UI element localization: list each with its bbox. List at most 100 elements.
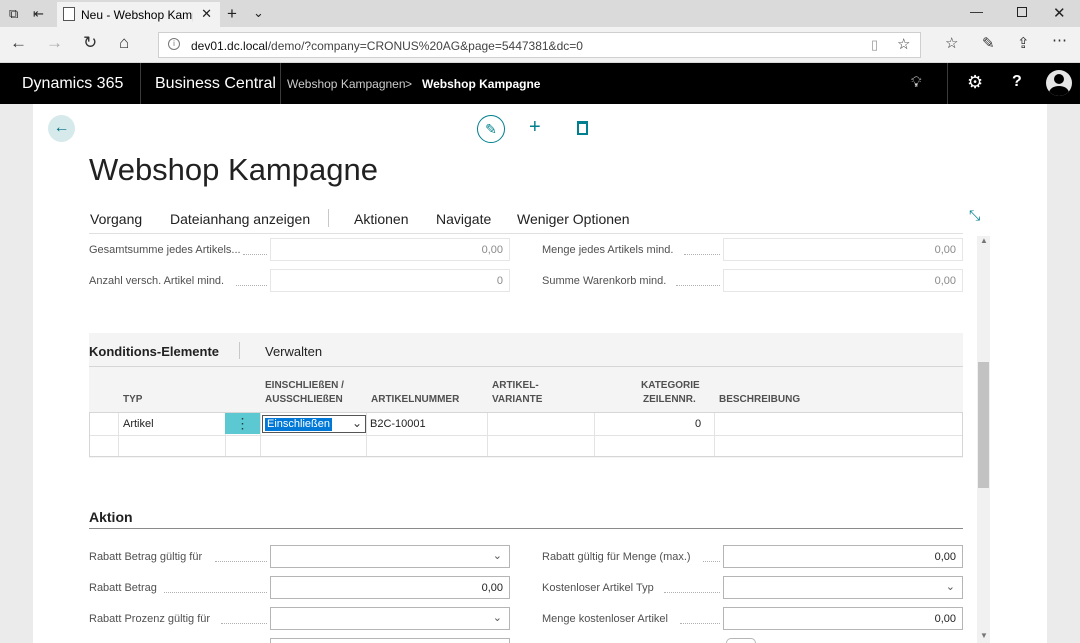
reading-view-icon[interactable]: ▯: [871, 37, 878, 53]
field-leader: [703, 561, 720, 562]
browser-nav-bar: ← → ↻ ⌂ i dev01.dc.local/demo/?company=C…: [0, 27, 1080, 63]
field-leader: [684, 254, 720, 255]
rabatt-betrag-gueltig-select[interactable]: ⌄: [270, 545, 510, 568]
menge-jedes-label: Menge jedes Artikels mind.: [542, 244, 674, 256]
page-icon: [63, 7, 75, 21]
anzahl-field[interactable]: 0: [270, 269, 510, 292]
tab-manager-icon[interactable]: ⧉: [9, 6, 18, 22]
col-kategorie-line2[interactable]: ZEILENNR.: [643, 393, 696, 406]
browser-tab[interactable]: Neu - Webshop Kampagne ✕: [57, 2, 220, 27]
delete-trash-icon[interactable]: [577, 121, 588, 135]
field-leader: [164, 592, 267, 593]
divider: [239, 342, 240, 359]
col-artikelnummer[interactable]: ARTIKELNUMMER: [371, 393, 459, 406]
add-plus-icon[interactable]: +: [529, 116, 541, 139]
maximize-icon[interactable]: [1017, 7, 1027, 17]
rabatt-prozent-select[interactable]: ⌄: [270, 607, 510, 630]
einschl-selected-value: Einschließen: [265, 418, 332, 431]
scroll-down-icon[interactable]: ▼: [980, 631, 988, 640]
gesamtsumme-label: Gesamtsumme jedes Artikels...: [89, 244, 241, 256]
menge-jedes-field[interactable]: 0,00: [723, 238, 963, 261]
collapse-icon[interactable]: ⤡: [969, 207, 980, 224]
settings-gear-icon[interactable]: ⚙: [967, 72, 983, 93]
module-name[interactable]: Business Central: [155, 75, 276, 93]
notes-pen-icon[interactable]: ✎: [982, 34, 995, 52]
back-arrow-icon: ←: [53, 119, 70, 136]
url-text: dev01.dc.local/demo/?company=CRONUS%20AG…: [191, 39, 583, 53]
divider: [328, 209, 329, 227]
chevron-down-icon: ⌄: [351, 416, 362, 430]
field-leader: [676, 285, 720, 286]
info-icon[interactable]: i: [168, 38, 180, 50]
table-row[interactable]: Artikel ⋮ Einschließen ⌄ B2C-10001 0: [89, 413, 963, 435]
home-icon[interactable]: ⌂: [119, 33, 129, 53]
breadcrumb-current: Webshop Kampagne: [422, 77, 541, 91]
col-beschreibung[interactable]: BESCHREIBUNG: [719, 393, 800, 406]
product-name[interactable]: Dynamics 365: [22, 75, 123, 93]
forward-arrow-icon[interactable]: →: [46, 33, 63, 53]
close-tab-icon[interactable]: ✕: [201, 6, 212, 22]
cell-kategorie[interactable]: 0: [695, 418, 701, 430]
gesamtsumme-field[interactable]: 0,00: [270, 238, 510, 261]
minimize-icon[interactable]: —: [970, 4, 983, 19]
breadcrumb-separator: >: [405, 77, 413, 91]
rabatt-betrag-field[interactable]: 0,00: [270, 576, 510, 599]
row-actions-kebab-icon[interactable]: ⋮: [225, 413, 260, 434]
close-window-icon[interactable]: ✕: [1053, 4, 1066, 22]
tab-preview-chevron-icon[interactable]: ⌄: [253, 5, 264, 21]
action-vorgang[interactable]: Vorgang: [90, 211, 142, 227]
einschl-select[interactable]: Einschließen ⌄: [262, 415, 366, 433]
back-button[interactable]: ←: [48, 115, 75, 142]
anzahl-label: Anzahl versch. Artikel mind.: [89, 275, 225, 287]
subpage-tab-title[interactable]: Konditions-Elemente: [89, 344, 219, 359]
cell-artikelnummer[interactable]: B2C-10001: [370, 418, 426, 430]
rabatt-betrag-gueltig-label: Rabatt Betrag gültig für: [89, 551, 203, 563]
set-tabs-aside-icon[interactable]: ⇤: [33, 6, 44, 22]
summe-warenkorb-field[interactable]: 0,00: [723, 269, 963, 292]
back-arrow-icon[interactable]: ←: [10, 33, 27, 53]
col-variante-line1[interactable]: ARTIKEL-: [492, 379, 539, 392]
edit-button[interactable]: ✎: [477, 115, 505, 143]
scroll-up-icon[interactable]: ▲: [980, 236, 988, 245]
new-tab-icon[interactable]: +: [227, 4, 237, 24]
chevron-down-icon: ⌄: [945, 581, 955, 593]
aktion-section-title[interactable]: Aktion: [89, 509, 133, 525]
cell-typ[interactable]: Artikel: [123, 418, 154, 430]
kostenlos-typ-select[interactable]: ⌄: [723, 576, 963, 599]
action-weniger-optionen[interactable]: Weniger Optionen: [517, 211, 630, 227]
avatar[interactable]: [1046, 70, 1072, 96]
pencil-icon: ✎: [485, 121, 497, 137]
action-aktionen[interactable]: Aktionen: [354, 211, 408, 227]
divider: [89, 366, 963, 367]
divider: [89, 528, 963, 529]
help-icon[interactable]: ?: [1012, 73, 1022, 91]
col-einschl-line1[interactable]: EINSCHLIEßEN /: [265, 379, 344, 392]
page-title: Webshop Kampagne: [89, 152, 378, 187]
divider: [140, 63, 141, 104]
breadcrumb-parent[interactable]: Webshop Kampagnen: [287, 77, 406, 91]
tab-title: Neu - Webshop Kampagne: [81, 8, 193, 22]
favorites-icon[interactable]: ☆: [945, 34, 958, 52]
action-navigate[interactable]: Navigate: [436, 211, 491, 227]
browser-tab-bar: ⧉ ⇤ Neu - Webshop Kampagne ✕ + ⌄ — ✕: [0, 0, 1080, 27]
menge-kostenlos-label: Menge kostenloser Artikel: [542, 613, 668, 625]
col-kategorie-line1[interactable]: KATEGORIE: [641, 379, 700, 392]
scrollbar-thumb[interactable]: [978, 362, 989, 488]
col-einschl-line2[interactable]: AUSSCHLIEßEN: [265, 393, 343, 406]
address-bar[interactable]: i dev01.dc.local/demo/?company=CRONUS%20…: [158, 32, 921, 58]
action-dateianhang[interactable]: Dateianhang anzeigen: [170, 211, 310, 227]
chevron-down-icon: ⌄: [492, 612, 502, 624]
menge-kostenlos-field[interactable]: 0,00: [723, 607, 963, 630]
lightbulb-icon[interactable]: 💡︎: [911, 74, 922, 91]
favorite-star-icon[interactable]: ☆: [897, 35, 910, 53]
more-icon[interactable]: ⋯: [1052, 31, 1067, 49]
col-typ[interactable]: TYP: [123, 393, 142, 406]
app-header: Dynamics 365 Business Central Webshop Ka…: [0, 63, 1080, 104]
subpage-tab-verwalten[interactable]: Verwalten: [265, 344, 322, 359]
refresh-icon[interactable]: ↻: [83, 33, 97, 53]
next-field-partial: [270, 638, 510, 643]
share-icon[interactable]: ⇪: [1017, 34, 1030, 52]
summe-warenkorb-label: Summe Warenkorb mind.: [542, 275, 667, 287]
col-variante-line2[interactable]: VARIANTE: [492, 393, 542, 406]
rabatt-menge-field[interactable]: 0,00: [723, 545, 963, 568]
